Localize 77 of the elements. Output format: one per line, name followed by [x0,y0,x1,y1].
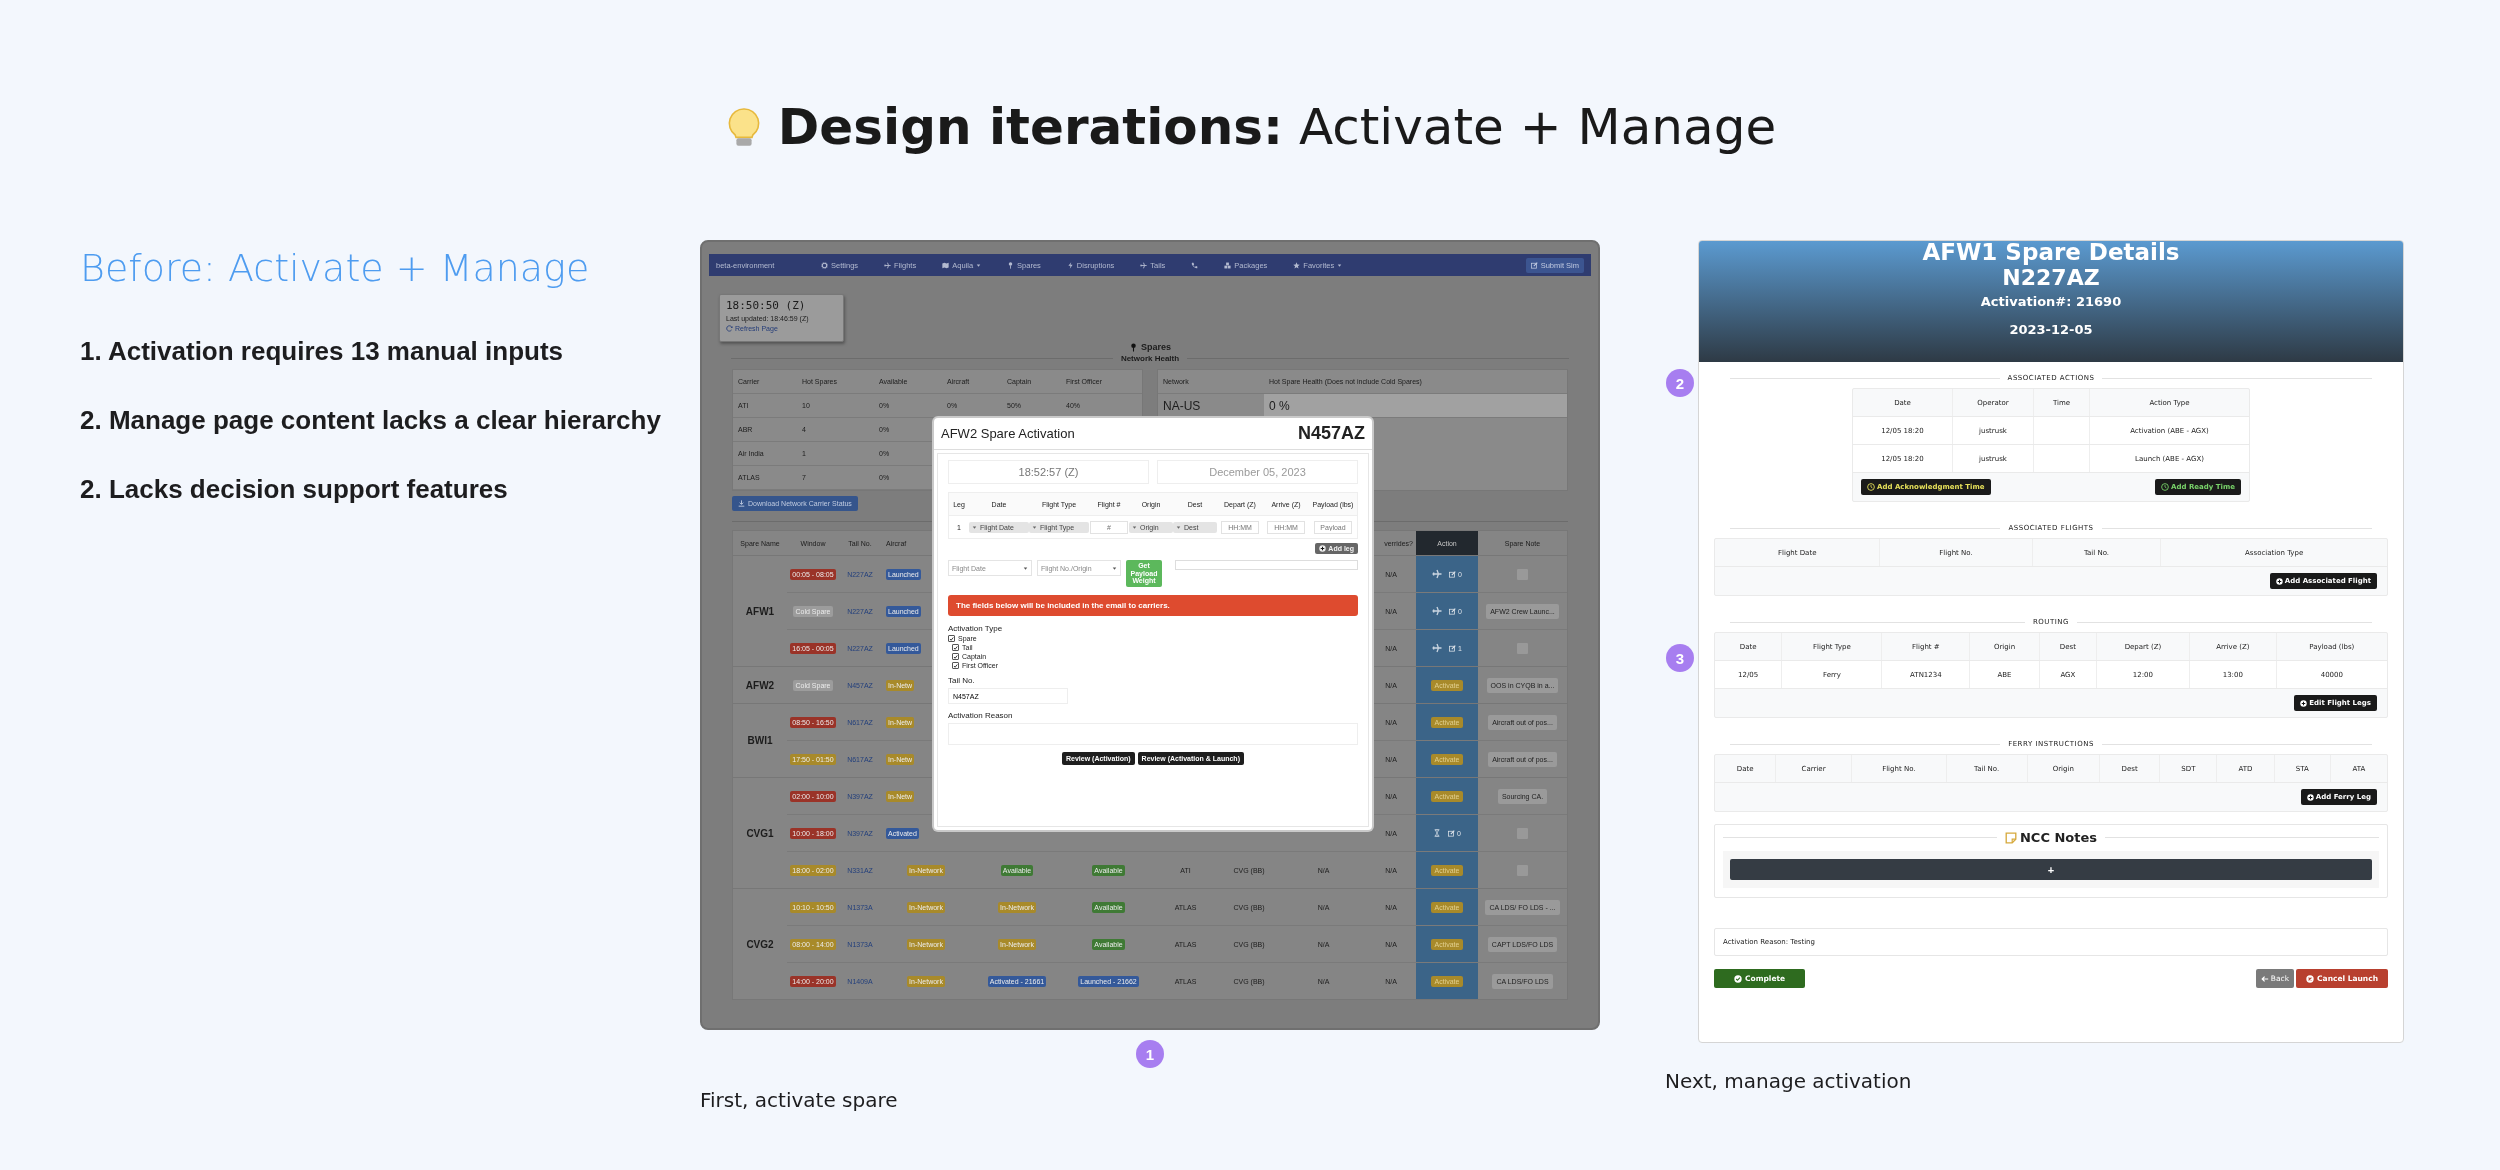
edit-icon [1448,829,1456,837]
clock-icon [2161,483,2170,491]
check-icon [1734,974,1742,983]
plus-icon [2300,699,2308,707]
field-label: Activation Type [948,624,1004,634]
finding-text: 2. Manage page content lacks a clear hierarchy [80,404,662,436]
caret-icon [1112,565,1117,571]
field-label: Tail No. [948,676,976,686]
input-field[interactable] [1175,560,1358,570]
tail-number: N227AZ [2002,265,2100,292]
cubes-icon [1224,261,1232,269]
caption: First, activate spare [700,1088,899,1112]
spare-name: CVG2 [746,938,774,950]
bolt-icon [1066,261,1074,269]
activation-number: Activation#: 21690 [1980,293,2122,309]
edit-icon [1530,261,1538,269]
spare-name: AFW1 [745,605,775,617]
refresh-icon [726,325,733,332]
section-heading: Before: Activate + Manage [80,246,591,292]
step-badge: 3 [1666,644,1694,672]
add-note-button[interactable]: + [1730,859,2372,880]
arrow-left-icon [2260,974,2269,983]
spare-name: CVG1 [746,827,774,839]
pin-icon [1129,342,1138,352]
hourglass-icon [1433,829,1442,837]
details-title: AFW1 Spare Details [1922,241,2180,266]
caret-icon [1176,524,1181,530]
modal-title: AFW2 Spare Activation [941,426,1075,441]
section-heading: Network Health [1120,354,1180,363]
date-display: December 05, 2023 [1157,460,1358,484]
field-label: Activation Reason [948,711,1014,721]
phone-icon [1191,261,1199,269]
plane-icon [1432,569,1443,579]
finding-text: 1. Activation requires 13 manual inputs [80,335,565,367]
star-icon [1293,261,1301,269]
caption: Next, manage activation [1665,1069,1913,1093]
tail-number: N457AZ [1297,423,1365,444]
page-title: Design iterations: Activate + Manage [777,98,1777,156]
checkbox[interactable] [952,662,959,670]
edit-icon [1449,644,1457,652]
gear-icon [821,261,828,269]
caret-icon [972,524,977,530]
clock-time: 18:50:50 (Z) [726,299,807,312]
edit-icon [1449,607,1457,615]
page-title: Spares [1141,342,1171,352]
plus-icon [2275,577,2283,585]
step-badge: 1 [1136,1040,1164,1068]
plus-icon [2306,793,2314,801]
checkbox[interactable] [952,644,959,652]
plane-icon [1432,606,1443,616]
plus-icon [1319,545,1327,552]
plane-icon [884,261,892,269]
clock-icon [1867,483,1875,491]
nav-icon-button[interactable] [1191,261,1199,269]
pin-icon [1007,261,1015,269]
caret-icon [1132,524,1137,530]
spare-name: BWI1 [747,735,773,746]
map-icon [942,261,950,269]
close-icon [2306,974,2315,983]
plane-icon [1432,643,1443,653]
time-display: 18:52:57 (Z) [948,460,1149,484]
edit-icon [1449,570,1457,578]
note-icon [2004,831,2017,844]
download-icon [738,500,745,507]
checkbox[interactable] [952,653,959,661]
notes-title: NCC Notes [2019,830,2098,845]
activation-date: 2023-12-05 [2009,321,2093,337]
table-cell-text: NA-US [1162,398,1202,413]
plane-icon [1140,261,1148,269]
finding-text: 2. Lacks decision support features [80,473,509,505]
table-cell-text: 0 % [1268,398,1290,413]
caret-icon [1032,524,1037,530]
spare-name: AFW2 [745,679,775,691]
step-badge: 2 [1666,369,1694,397]
caret-icon [1023,565,1028,571]
checkbox[interactable] [948,635,955,643]
alert-banner: The fields below will be included in the email to carriers. [948,595,1358,617]
